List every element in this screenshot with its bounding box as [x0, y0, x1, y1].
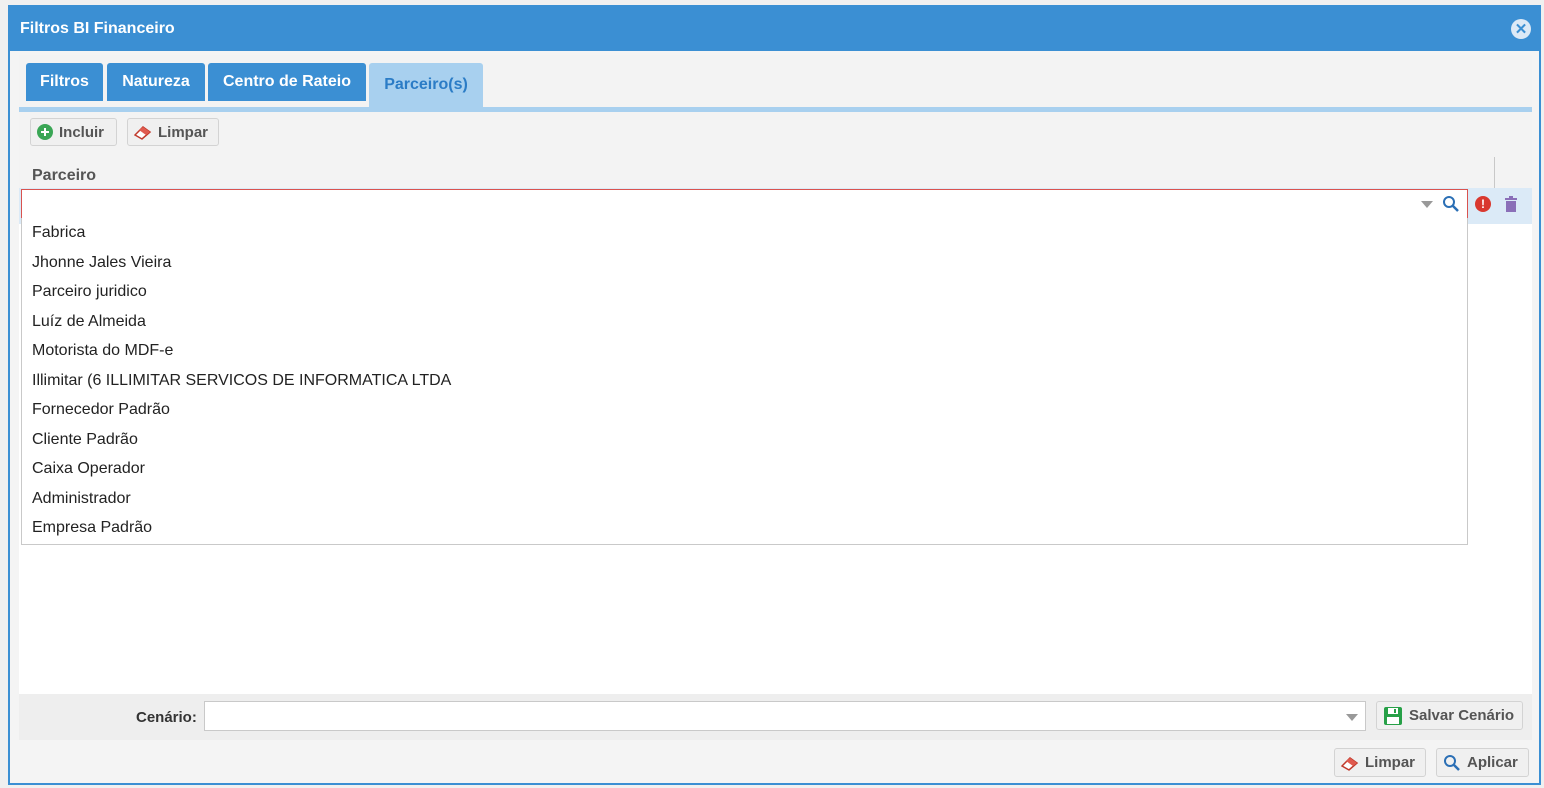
- tab-natureza[interactable]: Natureza: [107, 63, 205, 101]
- dropdown-option[interactable]: Motorista do MDF-e: [22, 336, 1467, 366]
- partner-dropdown-list: Fabrica Jhonne Jales Vieira Parceiro jur…: [21, 218, 1468, 545]
- apply-button[interactable]: Aplicar: [1436, 748, 1529, 777]
- dialog-titlebar: Filtros BI Financeiro ✕: [10, 7, 1539, 51]
- tab-filtros[interactable]: Filtros: [26, 63, 103, 101]
- scenario-label: Cenário:: [136, 709, 197, 726]
- column-header-parceiro: Parceiro: [32, 167, 97, 184]
- filters-dialog: Filtros BI Financeiro ✕ Filtros Natureza…: [8, 5, 1541, 785]
- dropdown-option[interactable]: Illimitar (6 ILLIMITAR SERVICOS DE INFOR…: [22, 366, 1467, 396]
- trash-icon[interactable]: [1504, 196, 1518, 217]
- footer-clear-button[interactable]: Limpar: [1334, 748, 1426, 777]
- apply-button-label: Aplicar: [1467, 754, 1518, 771]
- clear-button-label: Limpar: [158, 123, 209, 141]
- dropdown-option[interactable]: Luíz de Almeida: [22, 307, 1467, 337]
- dropdown-option[interactable]: Parceiro juridico: [22, 277, 1467, 307]
- dropdown-option[interactable]: Caixa Operador: [22, 454, 1467, 484]
- save-scenario-label: Salvar Cenário: [1409, 707, 1515, 724]
- column-separator: [1494, 157, 1495, 192]
- clear-button[interactable]: Limpar: [127, 118, 219, 146]
- eraser-icon: [134, 124, 152, 140]
- save-icon: [1383, 706, 1403, 726]
- footer-clear-label: Limpar: [1365, 754, 1416, 771]
- tab-bar: Filtros Natureza Centro de Rateio Parcei…: [19, 55, 1532, 112]
- chevron-down-icon[interactable]: [1346, 714, 1358, 721]
- dialog-title: Filtros BI Financeiro: [20, 20, 175, 37]
- dropdown-option[interactable]: Fabrica: [22, 218, 1467, 248]
- save-scenario-button[interactable]: Salvar Cenário: [1376, 701, 1523, 730]
- scenario-bar: Cenário: Salvar Cenário: [19, 694, 1532, 740]
- partner-combo[interactable]: [21, 189, 1468, 219]
- plus-circle-icon: [37, 124, 53, 140]
- chevron-down-icon[interactable]: [1421, 201, 1433, 208]
- include-button[interactable]: Incluir: [30, 118, 117, 146]
- dialog-content: Filtros Natureza Centro de Rateio Parcei…: [19, 55, 1532, 695]
- dropdown-option[interactable]: Administrador: [22, 484, 1467, 514]
- tab-centro-de-rateio[interactable]: Centro de Rateio: [208, 63, 366, 101]
- dropdown-option[interactable]: Jhonne Jales Vieira: [22, 248, 1467, 278]
- dropdown-option[interactable]: Fornecedor Padrão: [22, 395, 1467, 425]
- search-icon[interactable]: [1442, 195, 1460, 218]
- close-icon[interactable]: ✕: [1511, 19, 1531, 39]
- search-icon: [1443, 754, 1461, 772]
- include-button-label: Incluir: [59, 123, 105, 141]
- eraser-icon: [1341, 755, 1359, 771]
- scenario-combo[interactable]: [204, 701, 1366, 731]
- dropdown-option[interactable]: Empresa Padrão: [22, 513, 1467, 543]
- error-icon: !: [1475, 196, 1491, 212]
- tab-parceiros[interactable]: Parceiro(s): [369, 63, 483, 107]
- dropdown-option[interactable]: Cliente Padrão: [22, 425, 1467, 455]
